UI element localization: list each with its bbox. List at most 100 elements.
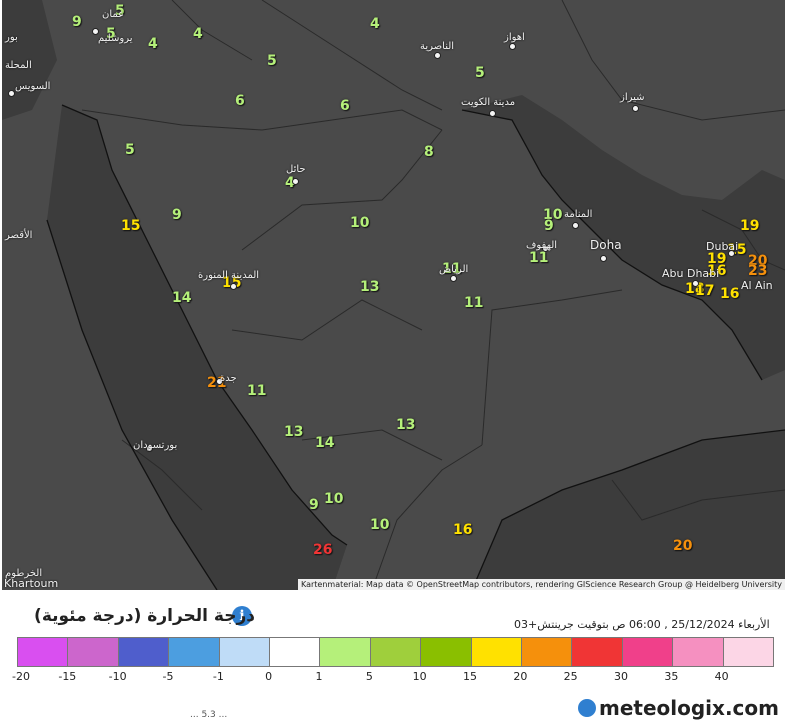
legend-tick-label: -15 (58, 670, 77, 683)
legend-tick-label: 0 (265, 670, 273, 683)
temp-label[interactable]: 6 (340, 99, 350, 113)
map-basemap (2, 0, 785, 590)
place-label: شيراز (620, 92, 645, 103)
legend-swatch (370, 638, 422, 666)
brand-logo[interactable]: meteologix.com (578, 696, 779, 720)
city-marker (632, 105, 639, 112)
place-label: الهفوف (526, 240, 558, 251)
place-label: Khartoum (4, 577, 59, 590)
legend-swatch (320, 638, 371, 666)
temp-label[interactable]: 14 (172, 291, 191, 305)
meteologix-icon (578, 699, 596, 717)
brand-name: meteologix.com (599, 696, 779, 720)
temp-label[interactable]: 11 (464, 296, 483, 310)
city-marker (434, 52, 441, 59)
city-marker (489, 110, 496, 117)
place-label: المحلة (5, 60, 32, 71)
legend-tick-label: 10 (412, 670, 427, 683)
place-label: يروشليم (98, 33, 133, 44)
legend-swatch (270, 638, 321, 666)
place-label: الرياض (439, 264, 469, 275)
temp-label[interactable]: 16 (453, 523, 472, 537)
legend-swatch (169, 638, 220, 666)
city-marker (450, 275, 457, 282)
city-marker (292, 178, 299, 185)
legend-tick-label: -20 (12, 670, 30, 683)
temp-label[interactable]: 11 (529, 251, 548, 265)
place-label: Doha (590, 238, 622, 252)
temp-label[interactable]: 10 (324, 492, 343, 506)
temp-label[interactable]: 9 (72, 15, 82, 29)
temp-label[interactable]: 5 (475, 66, 485, 80)
temp-label[interactable]: 26 (313, 543, 332, 557)
place-label: المدينة المنورة (198, 270, 260, 281)
legend-tick-label: 40 (714, 670, 729, 683)
temp-label[interactable]: 16 (720, 287, 739, 301)
legend-tick-label: 35 (664, 670, 679, 683)
temp-label[interactable]: 9 (172, 208, 182, 222)
place-label: عمان (102, 9, 125, 20)
temp-label[interactable]: 13 (396, 418, 415, 432)
temp-label[interactable]: 8 (424, 145, 434, 159)
temp-label[interactable]: 19 (740, 219, 759, 233)
temp-label[interactable]: 4 (148, 37, 158, 51)
temp-label[interactable]: 9 (309, 498, 319, 512)
legend-tick-label: -5 (162, 670, 174, 683)
temp-label[interactable]: 20 (673, 539, 692, 553)
legend-swatch (622, 638, 674, 666)
place-label: الناصرية (420, 41, 455, 52)
map-attribution: Kartenmaterial: Map data © OpenStreetMap… (297, 579, 785, 590)
legend-swatch (18, 638, 69, 666)
forecast-date: الأربعاء 25/12/2024 , 06:00 ص بتوقيت جري… (514, 618, 770, 631)
temp-label[interactable]: 11 (247, 384, 266, 398)
place-label: مدينة الكويت (461, 97, 516, 108)
legend-tick-label: 1 (315, 670, 323, 683)
city-marker (600, 255, 607, 262)
temp-label[interactable]: 13 (360, 280, 379, 294)
place-label: Dubai (706, 240, 739, 253)
temp-label[interactable]: 6 (235, 94, 245, 108)
place-label: حائل (286, 164, 306, 175)
city-marker (230, 283, 237, 290)
place-label: Al Ain (741, 279, 773, 292)
temp-label[interactable]: 10 (370, 518, 389, 532)
legend-swatch (219, 638, 271, 666)
place-label: Abu Dhabi (662, 267, 720, 280)
legend-swatch (673, 638, 724, 666)
temp-label[interactable]: 13 (284, 425, 303, 439)
legend-swatch (68, 638, 119, 666)
temp-label[interactable]: 10 (350, 216, 369, 230)
legend-swatch (572, 638, 623, 666)
legend-swatch (522, 638, 573, 666)
city-marker (8, 90, 15, 97)
city-marker (572, 222, 579, 229)
temp-label[interactable]: 5 (125, 143, 135, 157)
temp-label[interactable]: 4 (193, 27, 203, 41)
place-label: بورتسودان (133, 440, 178, 451)
temp-label[interactable]: 15 (121, 219, 140, 233)
place-label: بور (5, 32, 18, 43)
legend-swatch (723, 638, 774, 666)
legend-title: درجة الحرارة (درجة مئوية) (34, 606, 255, 626)
temp-label[interactable]: 9 (544, 219, 554, 233)
temperature-color-scale (17, 637, 774, 667)
legend-tick-label: -10 (108, 670, 127, 683)
city-marker (692, 280, 699, 287)
place-label: جدة (220, 373, 237, 384)
legend-swatch (421, 638, 472, 666)
temp-label[interactable]: 4 (370, 17, 380, 31)
temp-label[interactable]: 17 (695, 284, 714, 298)
legend-tick-label: 5 (365, 670, 373, 683)
legend-tick-label: 15 (463, 670, 477, 683)
weather-map[interactable]: 9 5 5 4 4 4 5 6 6 5 5 8 4 10 15 9 10 9 1… (2, 0, 785, 590)
temp-label[interactable]: 23 (748, 264, 767, 278)
legend-swatch (471, 638, 523, 666)
place-label: السويس (15, 81, 51, 92)
city-marker (509, 43, 516, 50)
legend-swatch (118, 638, 170, 666)
temp-label[interactable]: 5 (267, 54, 277, 68)
place-label: اهواز (504, 32, 525, 43)
legend-tick-label: 30 (614, 670, 628, 683)
legend-tick-label: 25 (563, 670, 578, 683)
temp-label[interactable]: 14 (315, 436, 334, 450)
